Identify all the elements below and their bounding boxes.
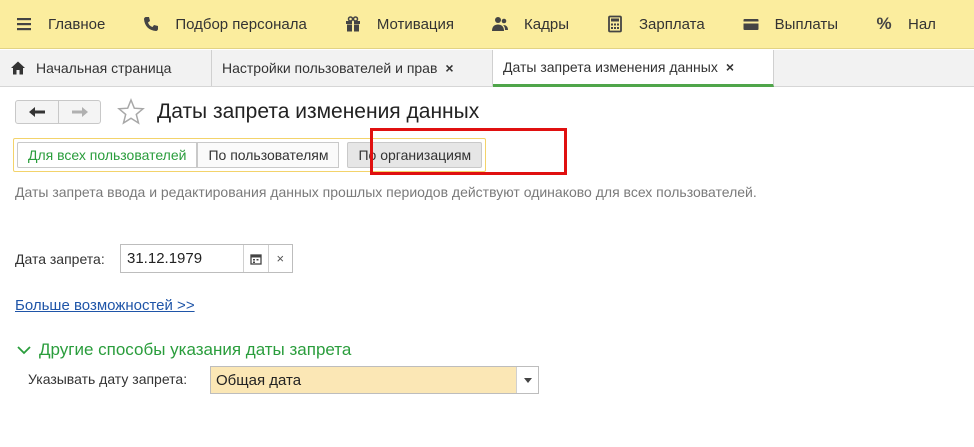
- people-icon: [490, 14, 510, 34]
- menu-item-main[interactable]: Главное: [14, 14, 105, 34]
- close-icon[interactable]: ×: [726, 59, 734, 75]
- arrow-right-icon: [71, 107, 88, 117]
- calculator-icon: [605, 14, 625, 34]
- tab-label: Даты запрета изменения данных: [503, 59, 718, 75]
- tab-label: Начальная страница: [36, 60, 172, 76]
- phone-icon: [141, 14, 161, 34]
- arrow-left-icon: [29, 107, 45, 117]
- more-options-link[interactable]: Больше возможностей >>: [15, 297, 195, 314]
- calendar-icon: [250, 253, 262, 265]
- info-text: Даты запрета ввода и редактирования данн…: [15, 184, 757, 200]
- mode-all-users-button[interactable]: Для всех пользователей: [17, 142, 198, 168]
- tab-change-prohibition-dates[interactable]: Даты запрета изменения данных ×: [493, 50, 774, 87]
- specify-date-select[interactable]: Общая дата: [210, 366, 539, 394]
- triangle-down-icon: [523, 377, 532, 383]
- prohibition-date-input[interactable]: [121, 245, 243, 272]
- home-icon: [10, 60, 26, 76]
- tab-home[interactable]: Начальная страница: [0, 50, 212, 86]
- history-nav: [15, 100, 101, 124]
- calendar-button[interactable]: [243, 245, 268, 272]
- specify-date-label: Указывать дату запрета:: [28, 371, 188, 387]
- menu-item-hr[interactable]: Кадры: [490, 14, 569, 34]
- wallet-icon: [741, 14, 761, 34]
- open-tabs-bar: Начальная страница Настройки пользовател…: [0, 50, 974, 87]
- menu-item-label: Подбор персонала: [175, 15, 307, 33]
- menu-item-label: Зарплата: [638, 15, 705, 33]
- favorite-star-icon[interactable]: [117, 98, 145, 126]
- close-icon[interactable]: ×: [445, 60, 453, 76]
- highlight-frame: [370, 128, 567, 175]
- tab-user-settings[interactable]: Настройки пользователей и прав ×: [212, 50, 493, 86]
- menu-item-label: Выплаты: [774, 15, 838, 33]
- section-menu: Главное Подбор персонала Мотивация Кадры…: [0, 0, 974, 49]
- back-button[interactable]: [16, 101, 58, 123]
- menu-item-taxes[interactable]: % Нал: [874, 14, 936, 34]
- page-title: Даты запрета изменения данных: [157, 100, 480, 123]
- menu-item-payments[interactable]: Выплаты: [741, 14, 838, 34]
- date-label: Дата запрета:: [15, 251, 105, 267]
- hamburger-icon: [14, 14, 34, 34]
- forward-button[interactable]: [58, 101, 100, 123]
- gift-icon: [343, 14, 363, 34]
- mode-by-users-button[interactable]: По пользователям: [197, 142, 340, 168]
- menu-item-label: Главное: [48, 15, 106, 33]
- specify-date-value: Общая дата: [216, 371, 302, 389]
- prohibition-date-field: ×: [120, 244, 293, 273]
- percent-icon: %: [876, 14, 892, 33]
- menu-item-salary[interactable]: Зарплата: [605, 14, 705, 34]
- menu-item-label: Кадры: [524, 15, 569, 33]
- menu-item-motivation[interactable]: Мотивация: [343, 14, 454, 34]
- group-title: Другие способы указания даты запрета: [39, 340, 352, 359]
- menu-item-label: Нал: [908, 15, 936, 33]
- tab-label: Настройки пользователей и прав: [222, 60, 438, 76]
- menu-item-recruiting[interactable]: Подбор персонала: [141, 14, 307, 34]
- other-ways-group-header[interactable]: Другие способы указания даты запрета: [17, 340, 351, 360]
- dropdown-button[interactable]: [516, 367, 538, 393]
- chevron-down-icon: [17, 346, 31, 355]
- clear-date-button[interactable]: ×: [267, 245, 293, 272]
- menu-item-label: Мотивация: [376, 15, 455, 33]
